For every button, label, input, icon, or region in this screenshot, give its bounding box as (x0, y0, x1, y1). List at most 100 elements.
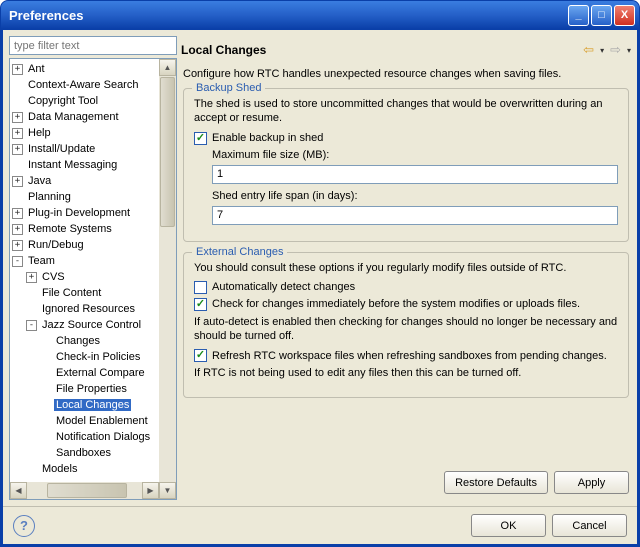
tree-item[interactable]: File Content (10, 285, 176, 301)
shed-lifespan-label: Shed entry life span (in days): (212, 190, 618, 202)
back-arrow-icon[interactable]: ⇦ (583, 42, 594, 58)
tree-item[interactable]: Context-Aware Search (10, 77, 176, 93)
scroll-thumb[interactable] (160, 77, 175, 227)
enable-backup-label: Enable backup in shed (212, 132, 323, 144)
backup-shed-group: Backup Shed The shed is used to store un… (183, 88, 629, 242)
tree-toggle-blank (12, 96, 23, 107)
enable-backup-checkbox[interactable]: Enable backup in shed (194, 132, 618, 145)
checkbox-icon (194, 349, 207, 362)
horizontal-scrollbar[interactable]: ◀ ▶ (10, 482, 159, 499)
tree-item[interactable]: +Run/Debug (10, 237, 176, 253)
preference-tree[interactable]: +AntContext-Aware SearchCopyright Tool+D… (9, 58, 177, 500)
auto-detect-checkbox[interactable]: Automatically detect changes (194, 281, 618, 294)
tree-item[interactable]: File Properties (10, 381, 176, 397)
tree-item-label: Local Changes (54, 399, 131, 411)
tree-item[interactable]: Sandboxes (10, 445, 176, 461)
ok-button[interactable]: OK (471, 514, 546, 537)
window-titlebar[interactable]: Preferences _ □ X (0, 0, 640, 30)
expand-icon[interactable]: + (12, 208, 23, 219)
tree-item-label: Plug-in Development (26, 207, 132, 219)
max-filesize-input[interactable] (212, 165, 618, 184)
scroll-up-icon[interactable]: ▲ (159, 59, 176, 76)
tree-item[interactable]: +Plug-in Development (10, 205, 176, 221)
tree-item[interactable]: +Ant (10, 61, 176, 77)
maximize-button[interactable]: □ (591, 5, 612, 26)
external-changes-group: External Changes You should consult thes… (183, 252, 629, 398)
tree-item-label: Run/Debug (26, 239, 86, 251)
tree-item[interactable]: Ignored Resources (10, 301, 176, 317)
tree-toggle-blank (26, 464, 37, 475)
tree-item-label: Install/Update (26, 143, 97, 155)
tree-toggle-blank (12, 192, 23, 203)
tree-item[interactable]: Models (10, 461, 176, 477)
tree-toggle-blank (40, 416, 51, 427)
check-changes-checkbox[interactable]: Check for changes immediately before the… (194, 298, 618, 311)
close-button[interactable]: X (614, 5, 635, 26)
expand-icon[interactable]: + (12, 240, 23, 251)
shed-lifespan-input[interactable] (212, 206, 618, 225)
scroll-left-icon[interactable]: ◀ (10, 482, 27, 499)
filter-input[interactable] (9, 36, 177, 55)
forward-arrow-icon: ⇨ (610, 42, 621, 58)
tree-item[interactable]: Copyright Tool (10, 93, 176, 109)
tree-item[interactable]: +Help (10, 125, 176, 141)
vertical-scrollbar[interactable]: ▲ ▼ (159, 59, 176, 499)
backup-shed-info: The shed is used to store uncommitted ch… (194, 97, 618, 126)
apply-button[interactable]: Apply (554, 471, 629, 494)
auto-detect-label: Automatically detect changes (212, 281, 355, 293)
scroll-down-icon[interactable]: ▼ (159, 482, 176, 499)
tree-item-label: Sandboxes (54, 447, 113, 459)
page-menu-icon[interactable]: ▾ (627, 46, 631, 55)
tree-item[interactable]: Changes (10, 333, 176, 349)
tree-toggle-blank (40, 448, 51, 459)
tree-item[interactable]: Model Enablement (10, 413, 176, 429)
tree-item-label: Changes (54, 335, 102, 347)
tree-item[interactable]: Planning (10, 189, 176, 205)
restore-defaults-button[interactable]: Restore Defaults (444, 471, 548, 494)
tree-item[interactable]: Check-in Policies (10, 349, 176, 365)
tree-item[interactable]: +Data Management (10, 109, 176, 125)
tree-item-label: External Compare (54, 367, 147, 379)
expand-icon[interactable]: + (12, 224, 23, 235)
tree-item[interactable]: +Install/Update (10, 141, 176, 157)
expand-icon[interactable]: + (12, 144, 23, 155)
scroll-thumb[interactable] (47, 483, 127, 498)
scroll-right-icon[interactable]: ▶ (142, 482, 159, 499)
tree-item-label: Ignored Resources (40, 303, 137, 315)
expand-icon[interactable]: + (12, 112, 23, 123)
tree-toggle-blank (40, 352, 51, 363)
expand-icon[interactable]: + (12, 64, 23, 75)
page-description: Configure how RTC handles unexpected res… (183, 68, 629, 80)
tree-toggle-blank (40, 400, 51, 411)
back-menu-icon[interactable]: ▾ (600, 46, 604, 55)
tree-toggle-blank (12, 80, 23, 91)
tree-item-label: Models (40, 463, 79, 475)
collapse-icon[interactable]: - (26, 320, 37, 331)
tree-item[interactable]: +Remote Systems (10, 221, 176, 237)
tree-item-label: Jazz Source Control (40, 319, 143, 331)
tree-item[interactable]: -Jazz Source Control (10, 317, 176, 333)
refresh-workspace-checkbox[interactable]: Refresh RTC workspace files when refresh… (194, 349, 618, 362)
cancel-button[interactable]: Cancel (552, 514, 627, 537)
tree-item[interactable]: External Compare (10, 365, 176, 381)
expand-icon[interactable]: + (12, 128, 23, 139)
tree-item[interactable]: Local Changes (10, 397, 176, 413)
expand-icon[interactable]: + (12, 176, 23, 187)
tree-item-label: Notification Dialogs (54, 431, 152, 443)
tree-item-label: Copyright Tool (26, 95, 100, 107)
tree-item[interactable]: Instant Messaging (10, 157, 176, 173)
tree-item-label: Data Management (26, 111, 121, 123)
expand-icon[interactable]: + (26, 272, 37, 283)
help-icon[interactable]: ? (13, 515, 35, 537)
minimize-button[interactable]: _ (568, 5, 589, 26)
collapse-icon[interactable]: - (12, 256, 23, 267)
tree-item[interactable]: Notification Dialogs (10, 429, 176, 445)
tree-item-label: File Content (40, 287, 103, 299)
tree-item-label: Ant (26, 63, 47, 75)
tree-item[interactable]: +CVS (10, 269, 176, 285)
tree-toggle-blank (12, 160, 23, 171)
tree-item[interactable]: -Team (10, 253, 176, 269)
tree-toggle-blank (40, 368, 51, 379)
tree-toggle-blank (26, 304, 37, 315)
tree-item[interactable]: +Java (10, 173, 176, 189)
